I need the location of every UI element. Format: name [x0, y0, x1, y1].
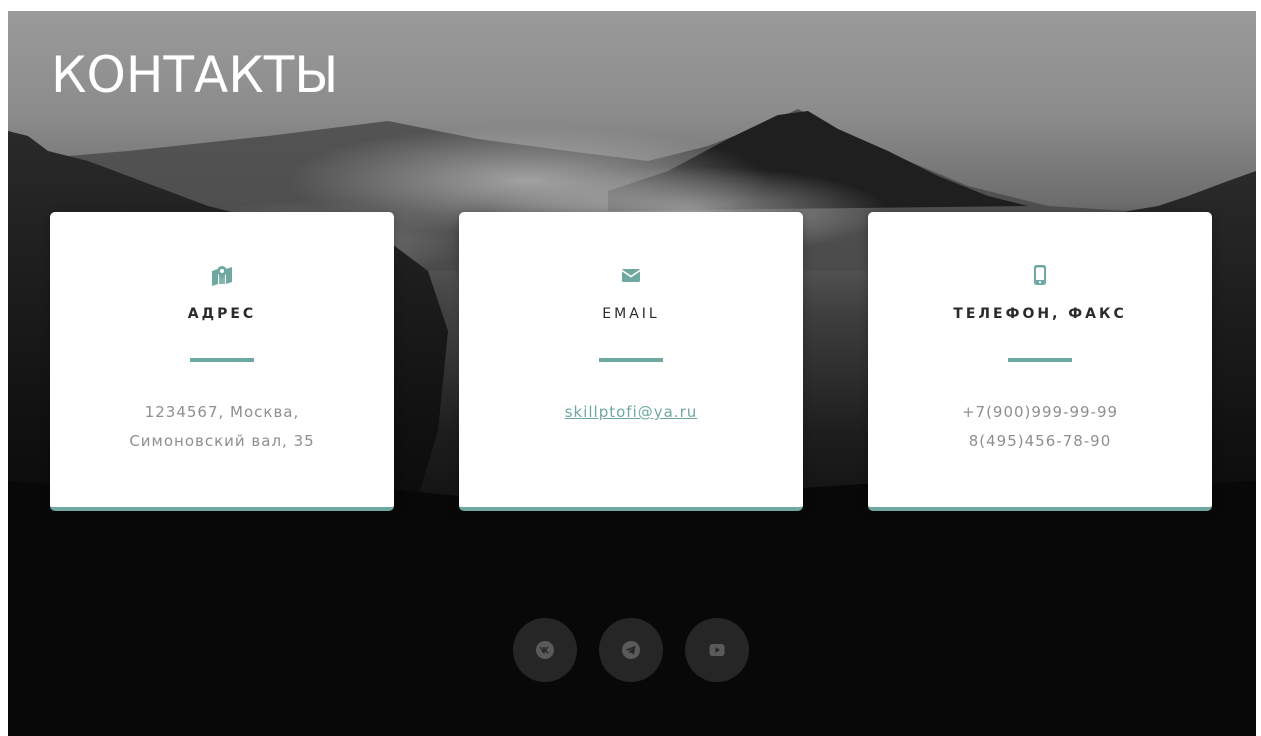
- card-divider: [599, 358, 663, 362]
- card-divider: [1008, 358, 1072, 362]
- phone-line: +7(900)999-99-99: [961, 403, 1119, 421]
- youtube-icon: [709, 644, 725, 656]
- envelope-icon: [621, 269, 641, 282]
- card-divider: [190, 358, 254, 362]
- card-title: EMAIL: [602, 306, 660, 322]
- card-title: ТЕЛЕФОН, ФАКС: [953, 306, 1127, 322]
- vk-icon: [536, 641, 554, 659]
- contacts-section: КОНТАКТЫ АДРЕС 1234567, Москва, Симоновс…: [8, 11, 1256, 736]
- address-line: Симоновский вал, 35: [129, 432, 315, 450]
- telegram-icon: [622, 641, 640, 659]
- address-text: 1234567, Москва, Симоновский вал, 35: [50, 398, 394, 456]
- youtube-button[interactable]: [685, 618, 749, 682]
- phone-text: +7(900)999-99-99 8(495)456-78-90: [868, 398, 1212, 456]
- mobile-phone-icon: [1034, 265, 1046, 285]
- email-text: skillptofi@ya.ru: [459, 398, 803, 427]
- vk-button[interactable]: [513, 618, 577, 682]
- page-title: КОНТАКТЫ: [51, 46, 339, 104]
- map-marker-icon: [212, 266, 232, 286]
- address-line: 1234567, Москва,: [144, 403, 300, 421]
- email-card: EMAIL skillptofi@ya.ru: [459, 212, 803, 511]
- card-title: АДРЕС: [187, 306, 257, 322]
- address-card: АДРЕС 1234567, Москва, Симоновский вал, …: [50, 212, 394, 511]
- phone-line: 8(495)456-78-90: [968, 432, 1112, 450]
- phone-card: ТЕЛЕФОН, ФАКС +7(900)999-99-99 8(495)456…: [868, 212, 1212, 511]
- email-link[interactable]: skillptofi@ya.ru: [565, 403, 698, 421]
- foreground-forest: [8, 481, 1256, 736]
- telegram-button[interactable]: [599, 618, 663, 682]
